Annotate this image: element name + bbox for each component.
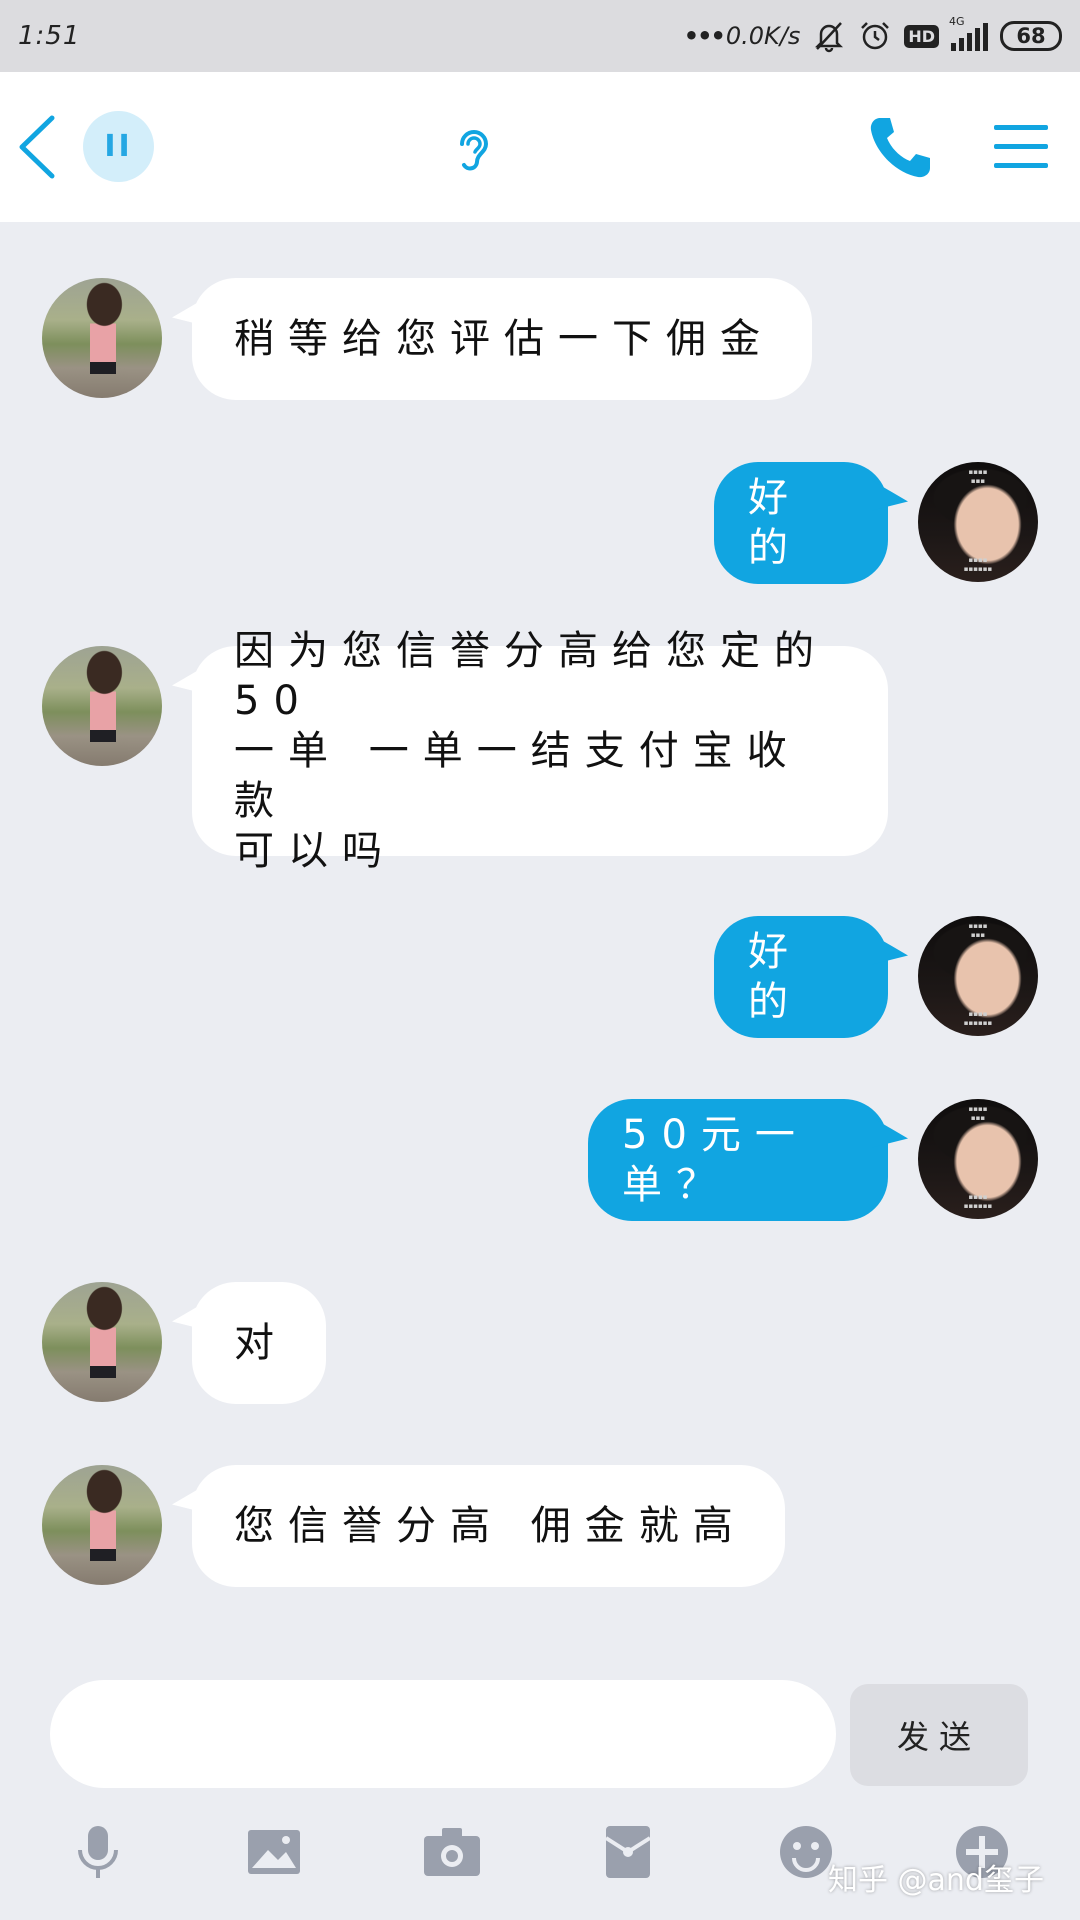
message-text: 50元一单？ xyxy=(622,1112,809,1208)
contact-avatar[interactable] xyxy=(42,278,162,398)
message-text: 因为您信誉分高给您定的50 一单 一单一结支付宝收款 可以吗 xyxy=(234,628,828,874)
mute-bell-icon xyxy=(815,22,844,53)
status-time: 1:51 xyxy=(18,21,81,51)
self-avatar[interactable]: ▪▪▪▪ ▪▪▪ ▪▪▪▪ ▪▪▪▪▪▪ xyxy=(918,1099,1038,1219)
message-row-incoming: 您信誉分高 佣金就高 xyxy=(0,1465,1080,1587)
message-bubble-outgoing[interactable]: 50元一单？ xyxy=(588,1099,888,1221)
composer: 发送 xyxy=(0,1672,1080,1792)
chat-message-list[interactable]: 稍等给您评估一下佣金 好的 ▪▪▪▪ ▪▪▪ ▪▪▪▪ ▪▪▪▪▪▪ 因为您信誉分高给… xyxy=(0,222,1080,1672)
phone-call-icon[interactable] xyxy=(866,114,934,182)
contact-avatar[interactable] xyxy=(42,1282,162,1402)
message-text: 好的 xyxy=(748,475,802,571)
status-bar: 1:51 •••0.0K/s HD 4G 68 xyxy=(0,0,1080,72)
message-row-outgoing: 50元一单？ ▪▪▪▪ ▪▪▪ ▪▪▪▪ ▪▪▪▪▪▪ xyxy=(0,1099,1080,1221)
message-text: 稍等给您评估一下佣金 xyxy=(234,316,774,362)
network-speed-value: 0.0K/s xyxy=(725,22,801,50)
send-button[interactable]: 发送 xyxy=(850,1684,1028,1786)
red-packet-icon[interactable] xyxy=(596,1820,660,1884)
message-bubble-incoming[interactable]: 因为您信誉分高给您定的50 一单 一单一结支付宝收款 可以吗 xyxy=(192,628,888,874)
pause-button[interactable]: II xyxy=(83,111,154,182)
self-avatar[interactable]: ▪▪▪▪ ▪▪▪ ▪▪▪▪ ▪▪▪▪▪▪ xyxy=(918,462,1038,582)
message-bubble-incoming[interactable]: 对 xyxy=(192,1282,326,1404)
message-bubble-incoming[interactable]: 您信誉分高 佣金就高 xyxy=(192,1465,785,1587)
status-icons: •••0.0K/s HD 4G 68 xyxy=(683,15,1062,53)
message-row-incoming: 对 xyxy=(0,1282,1080,1404)
message-bubble-outgoing[interactable]: 好的 xyxy=(714,462,888,584)
message-row-incoming: 稍等给您评估一下佣金 xyxy=(0,278,1080,400)
battery-indicator: 68 xyxy=(1000,21,1062,51)
message-input[interactable] xyxy=(50,1680,836,1788)
microphone-icon[interactable] xyxy=(66,1820,130,1884)
chat-title-bar: II xyxy=(0,72,1080,222)
hd-badge: HD xyxy=(904,24,939,48)
image-icon[interactable] xyxy=(242,1820,306,1884)
network-tag: 4G xyxy=(949,15,965,28)
network-speed: •••0.0K/s xyxy=(683,22,801,50)
contact-avatar[interactable] xyxy=(42,1465,162,1585)
message-text: 您信誉分高 佣金就高 xyxy=(234,1503,747,1549)
contact-avatar[interactable] xyxy=(42,646,162,766)
pause-icon: II xyxy=(104,129,133,164)
message-bubble-outgoing[interactable]: 好的 xyxy=(714,916,888,1038)
signal-icon: 4G xyxy=(949,15,988,51)
self-avatar[interactable]: ▪▪▪▪ ▪▪▪ ▪▪▪▪ ▪▪▪▪▪▪ xyxy=(918,916,1038,1036)
menu-icon[interactable] xyxy=(994,122,1048,172)
message-bubble-incoming[interactable]: 稍等给您评估一下佣金 xyxy=(192,278,812,400)
camera-icon[interactable] xyxy=(420,1820,484,1884)
message-row-outgoing: 好的 ▪▪▪▪ ▪▪▪ ▪▪▪▪ ▪▪▪▪▪▪ xyxy=(0,462,1080,584)
message-row-outgoing: 好的 ▪▪▪▪ ▪▪▪ ▪▪▪▪ ▪▪▪▪▪▪ xyxy=(0,916,1080,1038)
alarm-clock-icon xyxy=(861,22,890,50)
message-text: 对 xyxy=(234,1320,288,1366)
message-row-incoming: 因为您信誉分高给您定的50 一单 一单一结支付宝收款 可以吗 xyxy=(0,628,1080,874)
ear-icon[interactable] xyxy=(448,122,498,178)
watermark: 知乎 @and玺子 xyxy=(828,1863,1044,1898)
message-text: 好的 xyxy=(748,929,802,1025)
back-arrow-icon[interactable] xyxy=(14,112,60,182)
